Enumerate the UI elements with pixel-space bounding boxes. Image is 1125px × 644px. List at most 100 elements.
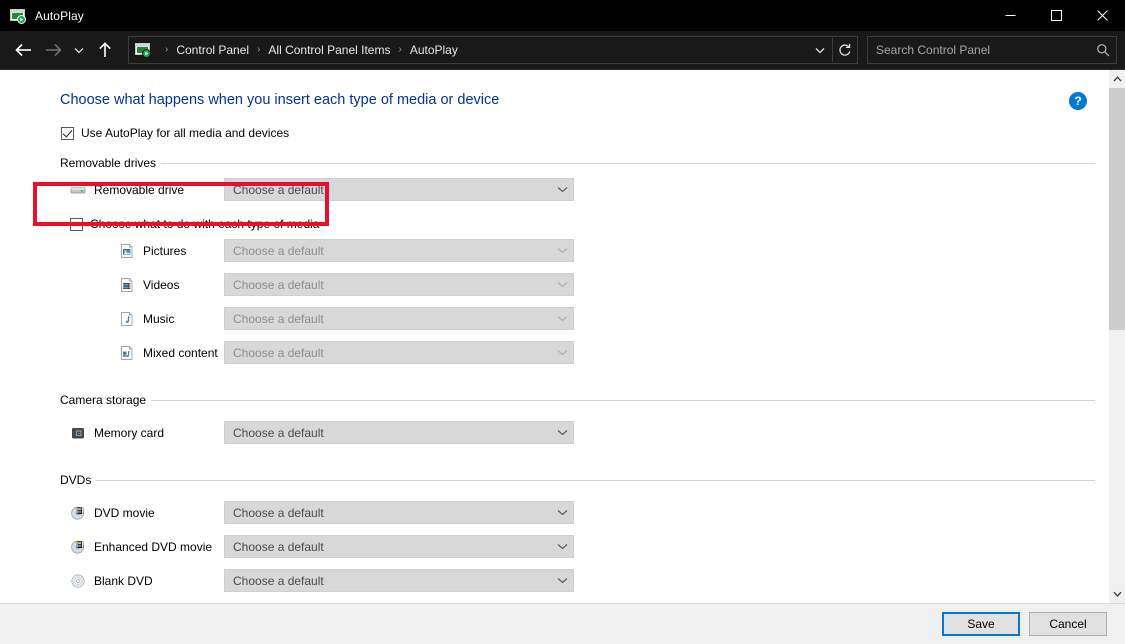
minimize-button[interactable]: [987, 0, 1033, 31]
row-text: Removable drive: [94, 182, 185, 197]
section-header: DVDs: [0, 473, 1108, 487]
use-autoplay-label: Use AutoPlay for all media and devices: [81, 126, 290, 140]
dvd-movie-icon: [70, 539, 86, 555]
chevron-down-icon[interactable]: [551, 349, 573, 356]
breadcrumb-separator[interactable]: ›: [391, 45, 408, 55]
row-blank-dvd: Blank DVD Choose a default: [0, 566, 1108, 595]
up-button[interactable]: [90, 35, 120, 65]
combo-blank-dvd[interactable]: Choose a default: [224, 569, 574, 592]
use-autoplay-checkbox[interactable]: [61, 126, 74, 140]
combo-enhanced-dvd-movie[interactable]: Choose a default: [224, 535, 574, 558]
settings-scroll-region: Choose what happens when you insert each…: [0, 70, 1108, 603]
combo-value: Choose a default: [233, 573, 324, 588]
chevron-down-icon[interactable]: [551, 186, 573, 193]
blank-disc-icon: [70, 573, 86, 589]
row-text: Music: [143, 311, 175, 326]
combo-value: Choose a default: [233, 539, 324, 554]
footer-bar: Save Cancel: [0, 603, 1125, 644]
combo-value: Choose a default: [233, 311, 324, 326]
combo-dvd-movie[interactable]: Choose a default: [224, 501, 574, 524]
back-button[interactable]: [8, 35, 38, 65]
section-rule: [96, 479, 1095, 481]
content-area: Choose what happens when you insert each…: [0, 70, 1125, 603]
maximize-button[interactable]: [1033, 0, 1079, 31]
row-music: Music Choose a default: [0, 304, 1108, 333]
forward-button[interactable]: [38, 35, 68, 65]
choose-each-type-checkbox-row[interactable]: Choose what to do with each type of medi…: [70, 217, 1108, 231]
recent-locations-button[interactable]: [68, 35, 90, 65]
combo-removable-drive[interactable]: Choose a default: [224, 178, 574, 201]
chevron-down-icon[interactable]: [551, 577, 573, 584]
title-bar: AutoPlay: [0, 0, 1125, 31]
chevron-down-icon[interactable]: [551, 543, 573, 550]
chevron-down-icon[interactable]: [551, 281, 573, 288]
section-header: Removable drives: [0, 156, 1108, 170]
combo-value: Choose a default: [233, 425, 324, 440]
window-title: AutoPlay: [35, 8, 84, 23]
scroll-up-icon[interactable]: [1109, 70, 1125, 88]
combo-mixed-content[interactable]: Choose a default: [224, 341, 574, 364]
chevron-down-icon[interactable]: [808, 38, 832, 62]
section-rule: [161, 162, 1095, 164]
chevron-down-icon[interactable]: [551, 315, 573, 322]
row-enhanced-dvd-movie: Enhanced DVD movie Choose a default: [0, 532, 1108, 561]
chevron-down-icon[interactable]: [551, 429, 573, 436]
refresh-icon[interactable]: [833, 38, 857, 62]
save-button[interactable]: Save: [942, 612, 1020, 636]
videos-icon: [119, 277, 135, 293]
row-text: Memory card: [94, 425, 165, 440]
combo-videos[interactable]: Choose a default: [224, 273, 574, 296]
row-videos: Videos Choose a default: [0, 270, 1108, 299]
breadcrumb-separator: ›: [165, 44, 169, 55]
row-label: Memory card: [0, 425, 224, 441]
combo-pictures[interactable]: Choose a default: [224, 239, 574, 262]
breadcrumb-separator[interactable]: ›: [250, 45, 267, 55]
cancel-button[interactable]: Cancel: [1029, 612, 1107, 636]
pictures-icon: [119, 243, 135, 259]
row-label: Pictures: [0, 243, 224, 259]
row-mixed-content: Mixed content Choose a default: [0, 338, 1108, 367]
row-dvd-partial: Choose a default: [0, 600, 1108, 603]
help-icon[interactable]: ?: [1069, 92, 1087, 110]
mixed-content-icon: [119, 345, 135, 361]
combo-music[interactable]: Choose a default: [224, 307, 574, 330]
section-title: Removable drives: [60, 156, 157, 170]
search-icon[interactable]: [1090, 38, 1116, 62]
combo-value: Choose a default: [233, 345, 324, 360]
chevron-down-icon[interactable]: [551, 509, 573, 516]
row-memory-card: Memory card Choose a default: [0, 418, 1108, 447]
search-input[interactable]: Search Control Panel: [868, 43, 1090, 57]
window-controls: [987, 0, 1125, 31]
breadcrumb-item-all-control-panel-items[interactable]: All Control Panel Items: [267, 43, 391, 57]
row-text: Mixed content: [143, 345, 218, 360]
section-header: Camera storage: [0, 393, 1108, 407]
breadcrumb[interactable]: › Control Panel › All Control Panel Item…: [128, 36, 858, 64]
breadcrumb-item-control-panel[interactable]: Control Panel: [175, 43, 250, 57]
section-title: Camera storage: [60, 393, 147, 407]
autoplay-icon: [10, 8, 26, 24]
music-icon: [119, 311, 135, 327]
row-text: Pictures: [143, 243, 187, 258]
combo-value: Choose a default: [233, 277, 324, 292]
breadcrumb-item-autoplay[interactable]: AutoPlay: [409, 43, 459, 57]
row-dvd-movie: DVD movie Choose a default: [0, 498, 1108, 527]
address-toolbar: › Control Panel › All Control Panel Item…: [0, 31, 1125, 70]
choose-each-type-checkbox[interactable]: [70, 217, 83, 231]
combo-value: Choose a default: [233, 505, 324, 520]
close-button[interactable]: [1079, 0, 1125, 31]
row-label: Blank DVD: [0, 573, 224, 589]
section-removable-drives: Removable drives Removable drive Choose …: [0, 156, 1108, 367]
combo-value: Choose a default: [233, 243, 324, 258]
row-text: Enhanced DVD movie: [94, 539, 213, 554]
row-label: Videos: [0, 277, 224, 293]
scroll-down-icon[interactable]: [1109, 585, 1125, 603]
scrollbar-thumb[interactable]: [1109, 88, 1125, 330]
use-autoplay-checkbox-row[interactable]: Use AutoPlay for all media and devices: [61, 126, 1108, 140]
row-text: DVD movie: [94, 505, 155, 520]
section-rule: [151, 399, 1095, 401]
chevron-down-icon[interactable]: [551, 247, 573, 254]
combo-memory-card[interactable]: Choose a default: [224, 421, 574, 444]
search-box[interactable]: Search Control Panel: [867, 36, 1117, 64]
vertical-scrollbar[interactable]: [1108, 70, 1125, 603]
choose-each-type-label: Choose what to do with each type of medi…: [90, 217, 320, 231]
